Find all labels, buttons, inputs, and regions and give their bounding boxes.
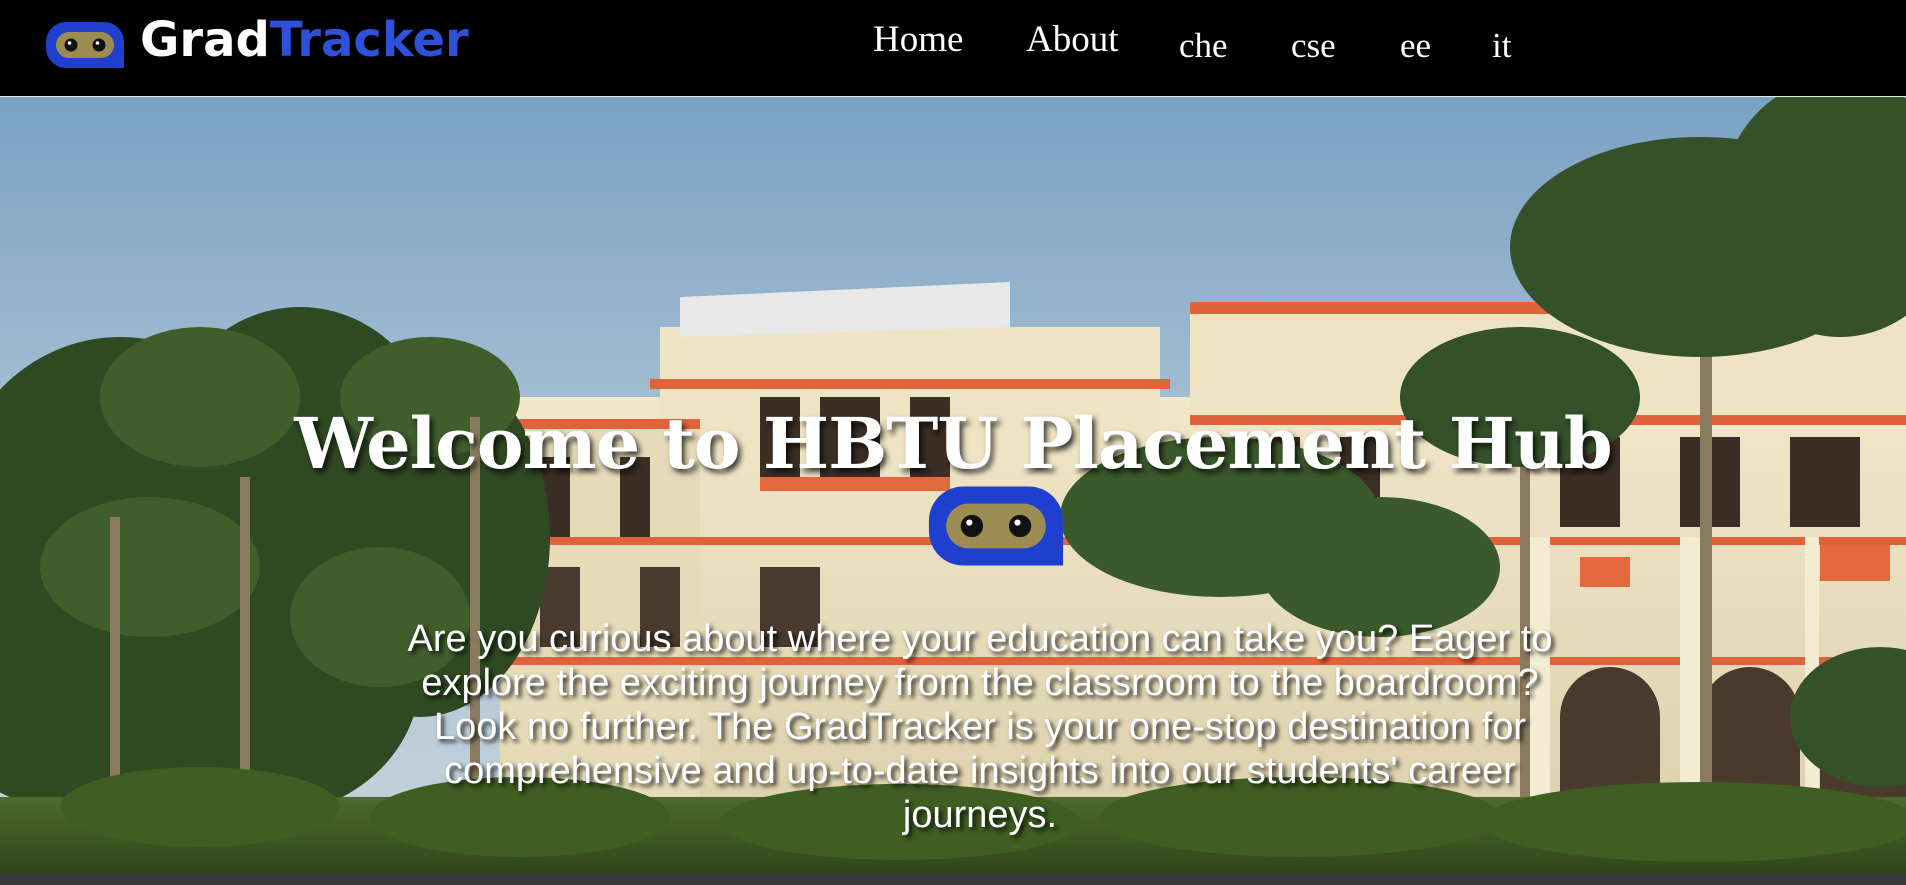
nav-link-che[interactable]: che (1179, 26, 1228, 66)
brand-part-grad: Grad (140, 12, 270, 68)
hero-description: Are you curious about where your educati… (407, 618, 1553, 836)
brand-logo-text[interactable]: GradTracker (140, 8, 469, 72)
bottom-edge (0, 873, 1906, 885)
mascot-logo-icon[interactable] (44, 20, 126, 70)
nav-link-about[interactable]: About (1026, 18, 1119, 61)
nav-link-ee[interactable]: ee (1400, 26, 1431, 66)
nav-link-cse[interactable]: cse (1291, 26, 1336, 66)
hero-section: Welcome to HBTU Placement Hub Are you cu… (0, 97, 1906, 885)
top-navbar: GradTracker Home About che cse ee it (0, 0, 1906, 97)
brand-part-tracker: Tracker (269, 12, 469, 68)
mascot-icon (928, 486, 1064, 566)
nav-link-it[interactable]: it (1492, 26, 1511, 66)
nav-link-home[interactable]: Home (873, 18, 963, 61)
hero-title: Welcome to HBTU Placement Hub (294, 402, 1612, 485)
